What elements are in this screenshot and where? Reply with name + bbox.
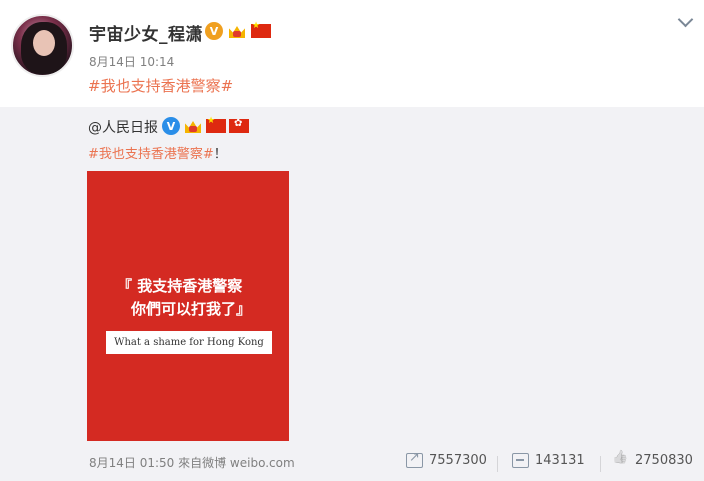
verified-badge-icon[interactable]: V xyxy=(205,22,223,40)
divider xyxy=(497,456,498,472)
user-badges: V xyxy=(205,21,271,40)
comment-count: 143131 xyxy=(535,453,585,468)
comment-icon xyxy=(512,453,529,468)
repost-text-suffix: ！ xyxy=(213,147,227,162)
poster-line-1: 『 我支持香港警察 xyxy=(117,277,243,295)
post-hashtag[interactable]: #我也支持香港警察# xyxy=(88,75,233,96)
poster-image[interactable]: 『 我支持香港警察 你們可以打我了』 What a shame for Hong… xyxy=(87,171,289,441)
poster-caption: What a shame for Hong Kong xyxy=(106,331,272,354)
repost-button[interactable]: 7557300 xyxy=(406,450,487,468)
comment-button[interactable]: 143131 xyxy=(512,453,585,468)
avatar-face xyxy=(33,30,55,56)
repost-footer: 8月14日 01:50 來自微博 weibo.com 7557300 14313… xyxy=(0,447,704,481)
repost-icon xyxy=(406,450,423,468)
repost-meta[interactable]: 8月14日 01:50 來自微博 weibo.com xyxy=(89,454,295,471)
poster-line-2: 你們可以打我了』 xyxy=(131,300,252,318)
thumbs-up-icon xyxy=(612,453,629,468)
like-count: 2750830 xyxy=(635,453,693,468)
china-flag-icon xyxy=(206,116,226,133)
crown-icon[interactable] xyxy=(227,22,247,40)
crown-icon[interactable] xyxy=(183,117,203,135)
chevron-down-icon[interactable] xyxy=(676,12,694,30)
like-button[interactable]: 2750830 xyxy=(612,453,693,468)
verified-badge-icon[interactable]: V xyxy=(162,117,180,135)
hong-kong-flag-icon xyxy=(229,118,249,133)
repost-badges: V xyxy=(162,116,249,135)
divider xyxy=(600,456,601,472)
username[interactable]: 宇宙少女_程潇 xyxy=(89,20,203,45)
repost-hashtag[interactable]: #我也支持香港警察# xyxy=(88,147,214,162)
post-timestamp[interactable]: 8月14日 10:14 xyxy=(89,53,174,70)
repost-text: #我也支持香港警察#！ xyxy=(88,143,227,162)
repost-count: 7557300 xyxy=(429,453,487,468)
repost-username[interactable]: @人民日报 xyxy=(88,117,158,137)
weibo-card: 宇宙少女_程潇 V 8月14日 10:14 #我也支持香港警察# @人民日报 V… xyxy=(0,0,704,481)
avatar[interactable] xyxy=(11,14,74,77)
china-flag-icon xyxy=(251,21,271,38)
reposted-content: @人民日报 V #我也支持香港警察#！ 『 我支持香港警察 你們可以打我了』 W… xyxy=(0,107,704,447)
